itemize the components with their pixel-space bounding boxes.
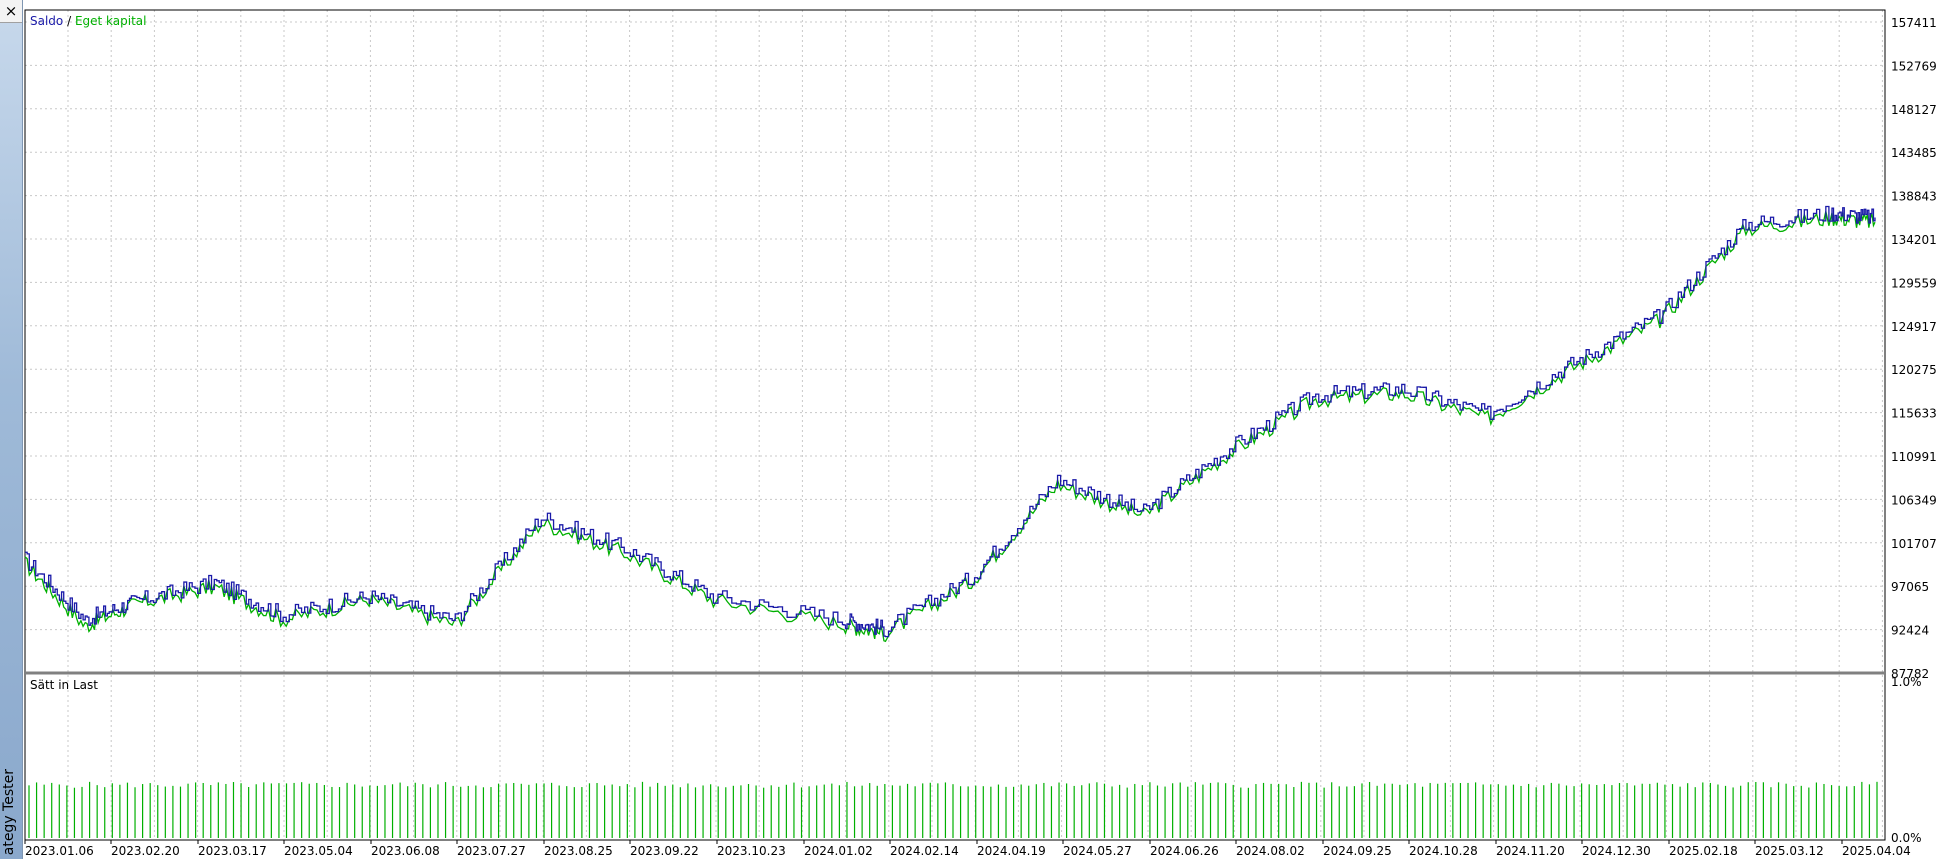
x-tick-label: 2024.09.25 <box>1323 844 1392 858</box>
y-tick-label: 143485 <box>1891 146 1937 160</box>
y-tick-label: 106349 <box>1891 493 1937 507</box>
legend-eget-kapital: Eget kapital <box>75 14 147 28</box>
sub-y-tick-label: 1.0% <box>1891 675 1922 689</box>
y-axis-labels: 157411 152769 148127 143485 138843 134201 1295… <box>1891 16 1937 845</box>
y-tick-label: 157411 <box>1891 16 1937 30</box>
series-eget-kapital <box>24 211 1876 643</box>
y-tick-label: 129559 <box>1891 276 1937 290</box>
x-tick-label: 2025.02.18 <box>1669 844 1738 858</box>
x-tick-label: 2023.07.27 <box>457 844 526 858</box>
grid <box>25 10 1885 840</box>
series-saldo <box>25 205 1876 638</box>
chart-area: 157411 152769 148127 143485 138843 134201 1295… <box>24 9 1937 858</box>
x-tick-label: 2025.03.12 <box>1755 844 1824 858</box>
x-tick-label: 2023.10.23 <box>717 844 786 858</box>
x-tick-label: 2024.11.20 <box>1496 844 1565 858</box>
y-tick-label: 120275 <box>1891 363 1937 377</box>
y-tick-label: 92424 <box>1891 624 1929 638</box>
deposit-load-bars <box>28 781 1878 838</box>
sub-y-tick-label: 0.0% <box>1891 831 1922 845</box>
x-tick-label: 2023.09.22 <box>630 844 699 858</box>
x-tick-label: 2025.04.04 <box>1842 844 1911 858</box>
x-tick-label: 2024.04.19 <box>977 844 1046 858</box>
x-tick-label: 2024.02.14 <box>890 844 959 858</box>
y-tick-label: 101707 <box>1891 537 1937 551</box>
x-tick-label: 2023.06.08 <box>371 844 440 858</box>
x-tick-label: 2023.02.20 <box>111 844 180 858</box>
x-tick-label: 2023.05.04 <box>284 844 353 858</box>
y-tick-label: 124917 <box>1891 320 1937 334</box>
legend-saldo: Saldo <box>30 14 63 28</box>
y-tick-label: 138843 <box>1891 190 1937 204</box>
x-tick-label: 2023.01.06 <box>25 844 94 858</box>
main-chart-series <box>24 205 1876 643</box>
y-tick-label: 110991 <box>1891 450 1937 464</box>
x-tick-label: 2024.08.02 <box>1236 844 1305 858</box>
x-tick-label: 2024.01.02 <box>804 844 873 858</box>
y-tick-label: 97065 <box>1891 580 1929 594</box>
x-tick-label: 2023.03.17 <box>198 844 267 858</box>
x-tick-label: 2024.06.26 <box>1150 844 1219 858</box>
legend: Saldo / Eget kapital <box>30 14 146 28</box>
y-tick-label: 152769 <box>1891 59 1937 73</box>
subchart-title: Sätt in Last <box>30 678 98 692</box>
x-axis-labels: 2023.01.06 2023.02.20 2023.03.17 2023.05.04… <box>24 840 1911 858</box>
x-tick-label: 2024.12.30 <box>1582 844 1651 858</box>
x-tick-label: 2024.05.27 <box>1063 844 1132 858</box>
outer-frame <box>24 9 1886 841</box>
y-tick-label: 115633 <box>1891 407 1937 421</box>
y-tick-label: 148127 <box>1891 103 1937 117</box>
y-tick-label: 134201 <box>1891 233 1937 247</box>
x-tick-label: 2023.08.25 <box>544 844 613 858</box>
chart-frame <box>24 9 1886 841</box>
x-tick-label: 2024.10.28 <box>1409 844 1478 858</box>
legend-separator: / <box>63 14 75 28</box>
